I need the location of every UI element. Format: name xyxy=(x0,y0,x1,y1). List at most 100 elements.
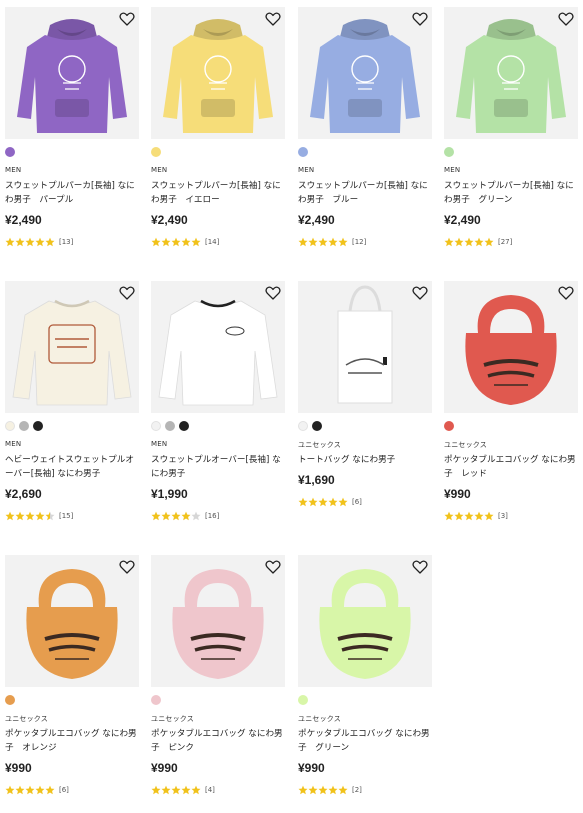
product-image[interactable] xyxy=(444,7,578,139)
rating-star-icon xyxy=(318,497,328,507)
rating-star-icon xyxy=(308,237,318,247)
color-swatch[interactable] xyxy=(5,421,15,431)
color-swatches xyxy=(444,147,454,157)
color-swatch[interactable] xyxy=(151,421,161,431)
rating-star-icon xyxy=(484,237,494,247)
color-swatch[interactable] xyxy=(33,421,43,431)
product-card[interactable]: MEN ヘビーウェイトスウェットプルオーバー[長袖] なにわ男子 ¥2,690 [15… xyxy=(5,281,139,536)
product-price: ¥2,690 xyxy=(5,487,42,501)
product-image[interactable] xyxy=(151,7,285,139)
color-swatch[interactable] xyxy=(179,421,189,431)
rating-star-icon xyxy=(454,511,464,521)
product-name[interactable]: トートバッグ なにわ男子 xyxy=(298,453,434,467)
rating-star-icon xyxy=(181,511,191,521)
color-swatch[interactable] xyxy=(298,421,308,431)
product-image[interactable] xyxy=(5,7,139,139)
gender-label: MEN xyxy=(444,166,461,174)
product-image[interactable] xyxy=(298,7,432,139)
rating-star-icon xyxy=(308,497,318,507)
product-image[interactable] xyxy=(444,281,578,413)
gender-label: MEN xyxy=(5,440,22,448)
product-image[interactable] xyxy=(298,281,432,413)
color-swatch[interactable] xyxy=(5,147,15,157)
product-name[interactable]: ポケッタブルエコバッグ なにわ男子 グリーン xyxy=(298,727,434,755)
favorite-heart-icon[interactable] xyxy=(558,11,574,27)
rating-star-icon xyxy=(35,785,45,795)
favorite-heart-icon[interactable] xyxy=(412,559,428,575)
favorite-heart-icon[interactable] xyxy=(119,285,135,301)
rating-star-icon xyxy=(464,511,474,521)
favorite-heart-icon[interactable] xyxy=(265,559,281,575)
product-card[interactable]: MEN スウェットプルパーカ[長袖] なにわ男子 グリーン ¥2,490 [27] xyxy=(444,7,578,262)
product-image[interactable] xyxy=(5,555,139,687)
product-image[interactable] xyxy=(298,555,432,687)
product-price: ¥990 xyxy=(444,487,471,501)
product-name[interactable]: スウェットプルパーカ[長袖] なにわ男子 グリーン xyxy=(444,179,580,207)
product-card[interactable]: ユニセックス ポケッタブルエコバッグ なにわ男子 オレンジ ¥990 [6] xyxy=(5,555,139,810)
product-card[interactable]: ユニセックス トートバッグ なにわ男子 ¥1,690 [6] xyxy=(298,281,432,536)
color-swatch[interactable] xyxy=(444,421,454,431)
favorite-heart-icon[interactable] xyxy=(265,285,281,301)
product-rating: [4] xyxy=(151,785,215,795)
rating-star-icon xyxy=(151,785,161,795)
review-count: [14] xyxy=(205,238,220,246)
product-image[interactable] xyxy=(151,281,285,413)
product-name[interactable]: スウェットプルパーカ[長袖] なにわ男子 ブルー xyxy=(298,179,434,207)
gender-label: ユニセックス xyxy=(298,441,341,449)
rating-star-icon xyxy=(45,237,55,247)
product-card[interactable]: ユニセックスポケッタブルエコバッグ なにわ男子 ピンク ¥990 [4] xyxy=(151,555,285,810)
rating-star-icon xyxy=(15,785,25,795)
product-name[interactable]: スウェットプルオーバー[長袖] なにわ男子 xyxy=(151,453,287,481)
color-swatch[interactable] xyxy=(5,695,15,705)
rating-star-icon xyxy=(328,497,338,507)
color-swatch[interactable] xyxy=(444,147,454,157)
product-card[interactable]: MEN スウェットプルパーカ[長袖] なにわ男子 イエロー ¥2,490 [14] xyxy=(151,7,285,262)
color-swatch[interactable] xyxy=(151,695,161,705)
color-swatch[interactable] xyxy=(312,421,322,431)
product-card[interactable]: MEN スウェットプルオーバー[長袖] なにわ男子 ¥1,990 [16] xyxy=(151,281,285,536)
product-name[interactable]: スウェットプルパーカ[長袖] なにわ男子 イエロー xyxy=(151,179,287,207)
favorite-heart-icon[interactable] xyxy=(265,11,281,27)
product-image[interactable] xyxy=(151,555,285,687)
product-card[interactable]: MEN スウェットプルパーカ[長袖] なにわ男子 パープル ¥2,490 [13] xyxy=(5,7,139,262)
color-swatch[interactable] xyxy=(151,147,161,157)
rating-star-icon xyxy=(328,785,338,795)
rating-star-icon xyxy=(15,237,25,247)
product-price: ¥2,490 xyxy=(5,213,42,227)
review-count: [12] xyxy=(352,238,367,246)
gender-label: MEN xyxy=(5,166,22,174)
product-name[interactable]: ポケッタブルエコバッグ なにわ男子 レッド xyxy=(444,453,580,481)
review-count: [2] xyxy=(352,786,362,794)
product-price: ¥990 xyxy=(151,761,178,775)
favorite-heart-icon[interactable] xyxy=(119,559,135,575)
gender-label: ユニセックス xyxy=(151,715,194,723)
rating-star-icon xyxy=(318,785,328,795)
product-name[interactable]: スウェットプルパーカ[長袖] なにわ男子 パープル xyxy=(5,179,141,207)
product-name[interactable]: ヘビーウェイトスウェットプルオーバー[長袖] なにわ男子 xyxy=(5,453,141,481)
favorite-heart-icon[interactable] xyxy=(558,285,574,301)
product-rating: [2] xyxy=(298,785,362,795)
review-count: [6] xyxy=(352,498,362,506)
product-image[interactable] xyxy=(5,281,139,413)
product-card[interactable]: ユニセックス ポケッタブルエコバッグ なにわ男子 グリーン ¥990 [2] xyxy=(298,555,432,810)
gender-label: ユニセックス xyxy=(5,715,48,723)
product-card[interactable]: MEN スウェットプルパーカ[長袖] なにわ男子 ブルー ¥2,490 [12] xyxy=(298,7,432,262)
product-name[interactable]: ポケッタブルエコバッグ なにわ男子 オレンジ xyxy=(5,727,141,755)
color-swatches xyxy=(5,147,15,157)
color-swatch[interactable] xyxy=(298,695,308,705)
product-card[interactable]: ユニセックス ポケッタブルエコバッグ なにわ男子 レッド ¥990 [3] xyxy=(444,281,578,536)
color-swatch[interactable] xyxy=(165,421,175,431)
favorite-heart-icon[interactable] xyxy=(412,11,428,27)
product-rating: [13] xyxy=(5,237,73,247)
color-swatch[interactable] xyxy=(19,421,29,431)
review-count: [27] xyxy=(498,238,513,246)
favorite-heart-icon[interactable] xyxy=(119,11,135,27)
rating-star-icon xyxy=(444,237,454,247)
favorite-heart-icon[interactable] xyxy=(412,285,428,301)
product-name[interactable]: ポケッタブルエコバッグ なにわ男子 ピンク xyxy=(151,727,287,755)
rating-star-icon xyxy=(191,785,201,795)
product-rating: [12] xyxy=(298,237,366,247)
rating-star-icon xyxy=(181,785,191,795)
rating-star-icon xyxy=(308,785,318,795)
color-swatch[interactable] xyxy=(298,147,308,157)
